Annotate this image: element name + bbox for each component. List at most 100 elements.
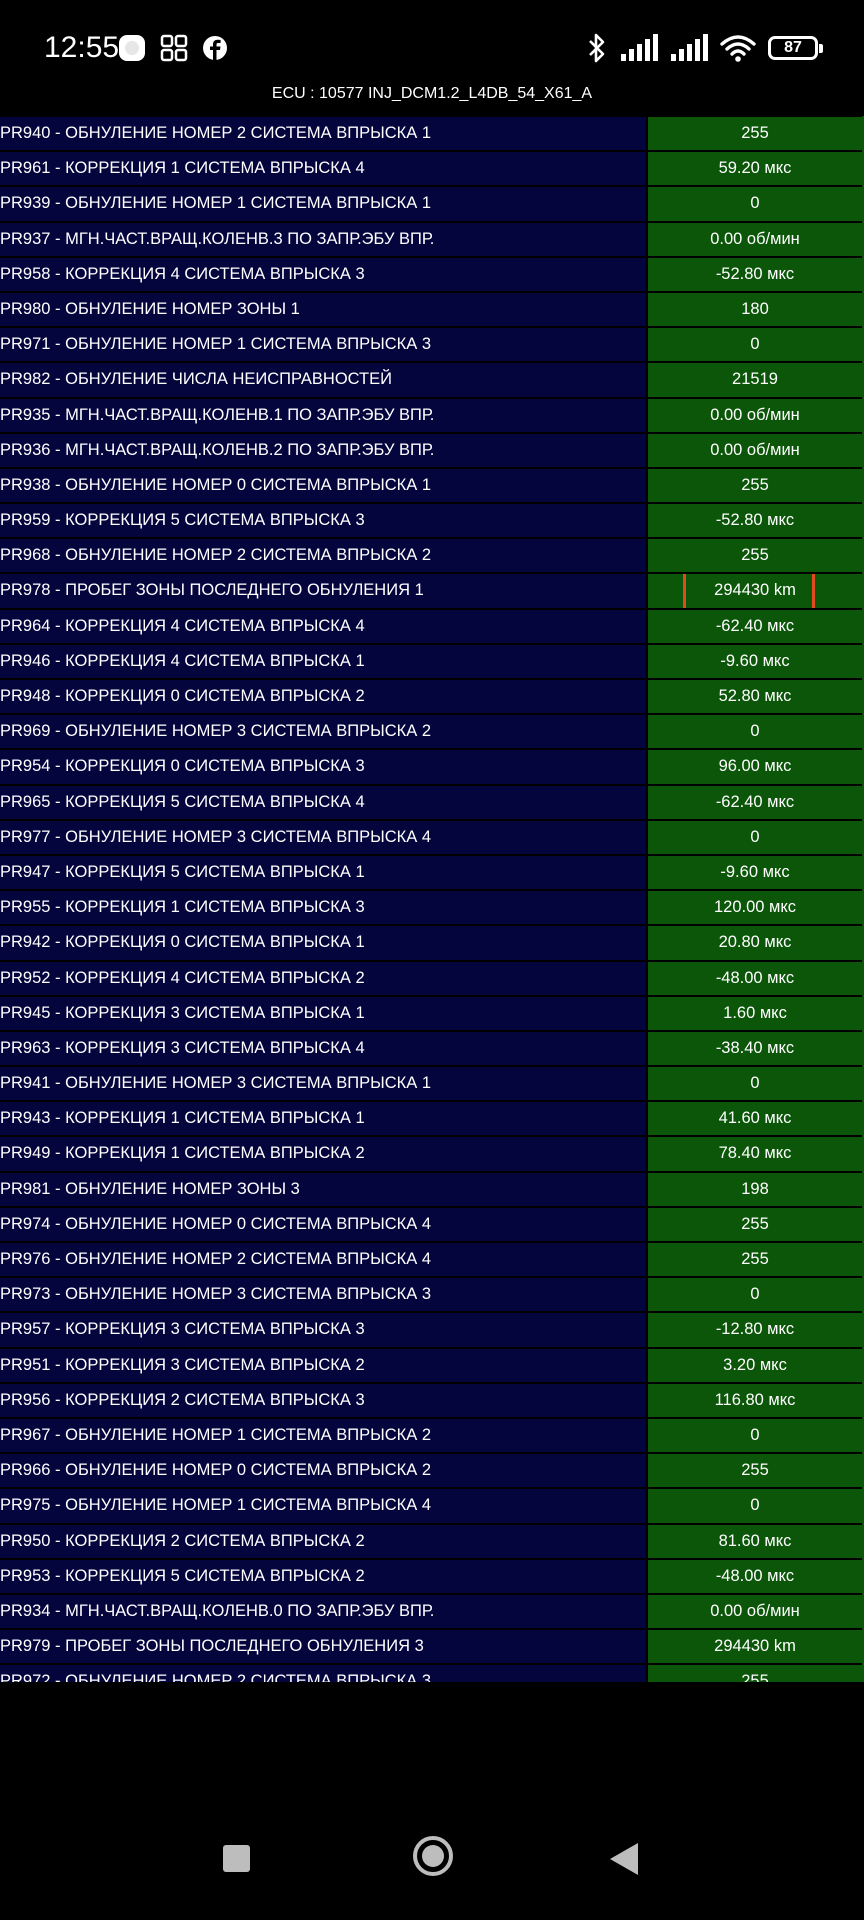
param-row[interactable]: PR959 - КОРРЕКЦИЯ 5 СИСТЕМА ВПРЫСКА 3 -52… [0, 503, 864, 538]
param-row[interactable]: PR947 - КОРРЕКЦИЯ 5 СИСТЕМА ВПРЫСКА 1 -9.… [0, 855, 864, 890]
param-row[interactable]: PR957 - КОРРЕКЦИЯ 3 СИСТЕМА ВПРЫСКА 3 -12… [0, 1312, 864, 1347]
param-row[interactable]: PR956 - КОРРЕКЦИЯ 2 СИСТЕМА ВПРЫСКА 3 116… [0, 1383, 864, 1418]
param-row[interactable]: PR937 - МГН.ЧАСТ.ВРАЩ.КОЛЕНВ.3 ПО ЗАПР.Э… [0, 222, 864, 257]
param-row[interactable]: PR977 - ОБНУЛЕНИЕ НОМЕР 3 СИСТЕМА ВПРЫСК… [0, 820, 864, 855]
param-name: PR951 - КОРРЕКЦИЯ 3 СИСТЕМА ВПРЫСКА 2 [0, 1348, 646, 1382]
param-name: PR982 - ОБНУЛЕНИЕ ЧИСЛА НЕИСПРАВНОСТЕЙ [0, 363, 646, 397]
param-name: PR955 - КОРРЕКЦИЯ 1 СИСТЕМА ВПРЫСКА 3 [0, 891, 646, 925]
param-name: PR964 - КОРРЕКЦИЯ 4 СИСТЕМА ВПРЫСКА 4 [0, 609, 646, 643]
param-row[interactable]: PR958 - КОРРЕКЦИЯ 4 СИСТЕМА ВПРЫСКА 3 -52… [0, 257, 864, 292]
param-row[interactable]: PR941 - ОБНУЛЕНИЕ НОМЕР 3 СИСТЕМА ВПРЫСК… [0, 1066, 864, 1101]
gallery-app-icon [119, 35, 145, 61]
param-row[interactable]: PR943 - КОРРЕКЦИЯ 1 СИСТЕМА ВПРЫСКА 1 41.… [0, 1101, 864, 1136]
param-name: PR959 - КОРРЕКЦИЯ 5 СИСТЕМА ВПРЫСКА 3 [0, 504, 646, 538]
param-value: 255 [648, 1665, 862, 1682]
param-row[interactable]: PR949 - КОРРЕКЦИЯ 1 СИСТЕМА ВПРЫСКА 2 78.… [0, 1136, 864, 1171]
param-row[interactable]: PR975 - ОБНУЛЕНИЕ НОМЕР 1 СИСТЕМА ВПРЫСК… [0, 1488, 864, 1523]
param-name: PR949 - КОРРЕКЦИЯ 1 СИСТЕМА ВПРЫСКА 2 [0, 1137, 646, 1171]
param-value: 294430 km [648, 1630, 862, 1664]
param-value: 0.00 об/мин [648, 1594, 862, 1629]
param-row[interactable]: PR940 - ОБНУЛЕНИЕ НОМЕР 2 СИСТЕМА ВПРЫСК… [0, 116, 864, 151]
param-row[interactable]: PR972 - ОБНУЛЕНИЕ НОМЕР 2 СИСТЕМА ВПРЫСК… [0, 1664, 864, 1682]
param-name: PR963 - КОРРЕКЦИЯ 3 СИСТЕМА ВПРЫСКА 4 [0, 1031, 646, 1066]
param-value: 3.20 мкс [648, 1348, 862, 1382]
param-row[interactable]: PR968 - ОБНУЛЕНИЕ НОМЕР 2 СИСТЕМА ВПРЫСК… [0, 538, 864, 573]
param-value: 0 [648, 1418, 862, 1453]
param-row[interactable]: PR954 - КОРРЕКЦИЯ 0 СИСТЕМА ВПРЫСКА 3 96.… [0, 749, 864, 784]
param-row[interactable]: PR953 - КОРРЕКЦИЯ 5 СИСТЕМА ВПРЫСКА 2 -48… [0, 1559, 864, 1594]
param-row[interactable]: PR961 - КОРРЕКЦИЯ 1 СИСТЕМА ВПРЫСКА 4 59.… [0, 151, 864, 186]
param-value: 255 [648, 1454, 862, 1488]
param-name: PR972 - ОБНУЛЕНИЕ НОМЕР 2 СИСТЕМА ВПРЫСК… [0, 1665, 646, 1682]
param-name: PR980 - ОБНУЛЕНИЕ НОМЕР ЗОНЫ 1 [0, 292, 646, 327]
param-value: 255 [648, 117, 862, 151]
param-value: 96.00 мкс [648, 750, 862, 784]
param-row[interactable]: PR978 - ПРОБЕГ ЗОНЫ ПОСЛЕДНЕГО ОБНУЛЕНИЯ… [0, 573, 864, 608]
param-row[interactable]: PR982 - ОБНУЛЕНИЕ ЧИСЛА НЕИСПРАВНОСТЕЙ 21… [0, 362, 864, 397]
param-row[interactable]: PR939 - ОБНУЛЕНИЕ НОМЕР 1 СИСТЕМА ВПРЫСК… [0, 186, 864, 221]
param-row[interactable]: PR950 - КОРРЕКЦИЯ 2 СИСТЕМА ВПРЫСКА 2 81.… [0, 1524, 864, 1559]
param-name: PR979 - ПРОБЕГ ЗОНЫ ПОСЛЕДНЕГО ОБНУЛЕНИЯ… [0, 1630, 646, 1664]
param-value: 0.00 об/мин [648, 222, 862, 256]
param-value: -9.60 мкс [648, 644, 862, 678]
param-row[interactable]: PR974 - ОБНУЛЕНИЕ НОМЕР 0 СИСТЕМА ВПРЫСК… [0, 1207, 864, 1242]
param-row[interactable]: PR955 - КОРРЕКЦИЯ 1 СИСТЕМА ВПРЫСКА 3 120… [0, 890, 864, 925]
param-row[interactable]: PR971 - ОБНУЛЕНИЕ НОМЕР 1 СИСТЕМА ВПРЫСК… [0, 327, 864, 362]
param-value: -48.00 мкс [648, 961, 862, 995]
param-value: 52.80 мкс [648, 680, 862, 714]
wifi-icon [720, 35, 756, 62]
battery-icon: 87 [768, 36, 823, 60]
param-row[interactable]: PR981 - ОБНУЛЕНИЕ НОМЕР ЗОНЫ 3 198 [0, 1172, 864, 1207]
param-row[interactable]: PR951 - КОРРЕКЦИЯ 3 СИСТЕМА ВПРЫСКА 2 3.2… [0, 1348, 864, 1383]
param-row[interactable]: PR948 - КОРРЕКЦИЯ 0 СИСТЕМА ВПРЫСКА 2 52.… [0, 679, 864, 714]
param-name: PR976 - ОБНУЛЕНИЕ НОМЕР 2 СИСТЕМА ВПРЫСК… [0, 1243, 646, 1277]
param-name: PR956 - КОРРЕКЦИЯ 2 СИСТЕМА ВПРЫСКА 3 [0, 1383, 646, 1417]
signal-icon [621, 34, 658, 61]
param-row[interactable]: PR965 - КОРРЕКЦИЯ 5 СИСТЕМА ВПРЫСКА 4 -62… [0, 785, 864, 820]
param-value: 0.00 об/мин [648, 433, 862, 467]
param-value: -52.80 мкс [648, 257, 862, 291]
param-value: -12.80 мкс [648, 1313, 862, 1347]
param-value: 255 [648, 1207, 862, 1241]
param-row[interactable]: PR935 - МГН.ЧАСТ.ВРАЩ.КОЛЕНВ.1 ПО ЗАПР.Э… [0, 398, 864, 433]
signal-icon [671, 34, 708, 61]
bluetooth-icon [589, 33, 605, 63]
param-row[interactable]: PR973 - ОБНУЛЕНИЕ НОМЕР 3 СИСТЕМА ВПРЫСК… [0, 1277, 864, 1312]
param-value: -38.40 мкс [648, 1031, 862, 1066]
param-value: -48.00 мкс [648, 1559, 862, 1593]
ecu-header: ECU : 10577 INJ_DCM1.2_L4DB_54_X61_A [271, 85, 593, 102]
param-value: 255 [648, 468, 862, 503]
param-name: PR978 - ПРОБЕГ ЗОНЫ ПОСЛЕДНЕГО ОБНУЛЕНИЯ… [0, 574, 646, 608]
param-row[interactable]: PR952 - КОРРЕКЦИЯ 4 СИСТЕМА ВПРЫСКА 2 -48… [0, 961, 864, 996]
param-name: PR981 - ОБНУЛЕНИЕ НОМЕР ЗОНЫ 3 [0, 1172, 646, 1206]
param-name: PR975 - ОБНУЛЕНИЕ НОМЕР 1 СИСТЕМА ВПРЫСК… [0, 1489, 646, 1523]
param-row[interactable]: PR934 - МГН.ЧАСТ.ВРАЩ.КОЛЕНВ.0 ПО ЗАПР.Э… [0, 1594, 864, 1629]
param-name: PR965 - КОРРЕКЦИЯ 5 СИСТЕМА ВПРЫСКА 4 [0, 785, 646, 819]
param-name: PR937 - МГН.ЧАСТ.ВРАЩ.КОЛЕНВ.3 ПО ЗАПР.Э… [0, 222, 646, 256]
parameter-list[interactable]: PR940 - ОБНУЛЕНИЕ НОМЕР 2 СИСТЕМА ВПРЫСК… [0, 116, 864, 1682]
param-value: 120.00 мкс [648, 891, 862, 925]
battery-level: 87 [784, 39, 802, 56]
param-row[interactable]: PR967 - ОБНУЛЕНИЕ НОМЕР 1 СИСТЕМА ВПРЫСК… [0, 1418, 864, 1453]
param-value: -62.40 мкс [648, 785, 862, 819]
param-row[interactable]: PR976 - ОБНУЛЕНИЕ НОМЕР 2 СИСТЕМА ВПРЫСК… [0, 1242, 864, 1277]
param-row[interactable]: PR979 - ПРОБЕГ ЗОНЫ ПОСЛЕДНЕГО ОБНУЛЕНИЯ… [0, 1629, 864, 1664]
param-row[interactable]: PR969 - ОБНУЛЕНИЕ НОМЕР 3 СИСТЕМА ВПРЫСК… [0, 714, 864, 749]
param-value: 0 [648, 1489, 862, 1523]
param-row[interactable]: PR945 - КОРРЕКЦИЯ 3 СИСТЕМА ВПРЫСКА 1 1.6… [0, 996, 864, 1031]
param-row[interactable]: PR938 - ОБНУЛЕНИЕ НОМЕР 0 СИСТЕМА ВПРЫСК… [0, 468, 864, 503]
param-name: PR935 - МГН.ЧАСТ.ВРАЩ.КОЛЕНВ.1 ПО ЗАПР.Э… [0, 398, 646, 432]
param-row[interactable]: PR942 - КОРРЕКЦИЯ 0 СИСТЕМА ВПРЫСКА 1 20.… [0, 925, 864, 960]
home-circle-icon[interactable] [413, 1836, 453, 1876]
param-row[interactable]: PR980 - ОБНУЛЕНИЕ НОМЕР ЗОНЫ 1 180 [0, 292, 864, 327]
param-name: PR946 - КОРРЕКЦИЯ 4 СИСТЕМА ВПРЫСКА 1 [0, 644, 646, 678]
param-row[interactable]: PR966 - ОБНУЛЕНИЕ НОМЕР 0 СИСТЕМА ВПРЫСК… [0, 1453, 864, 1488]
status-bar: 12:55 87 [0, 0, 864, 80]
param-row[interactable]: PR946 - КОРРЕКЦИЯ 4 СИСТЕМА ВПРЫСКА 1 -9.… [0, 644, 864, 679]
back-triangle-icon[interactable] [610, 1843, 638, 1875]
recents-square-icon[interactable] [223, 1845, 250, 1872]
param-row[interactable]: PR936 - МГН.ЧАСТ.ВРАЩ.КОЛЕНВ.2 ПО ЗАПР.Э… [0, 433, 864, 468]
param-row[interactable]: PR964 - КОРРЕКЦИЯ 4 СИСТЕМА ВПРЫСКА 4 -62… [0, 609, 864, 644]
param-row[interactable]: PR963 - КОРРЕКЦИЯ 3 СИСТЕМА ВПРЫСКА 4 -38… [0, 1031, 864, 1066]
param-name: PR971 - ОБНУЛЕНИЕ НОМЕР 1 СИСТЕМА ВПРЫСК… [0, 328, 646, 362]
